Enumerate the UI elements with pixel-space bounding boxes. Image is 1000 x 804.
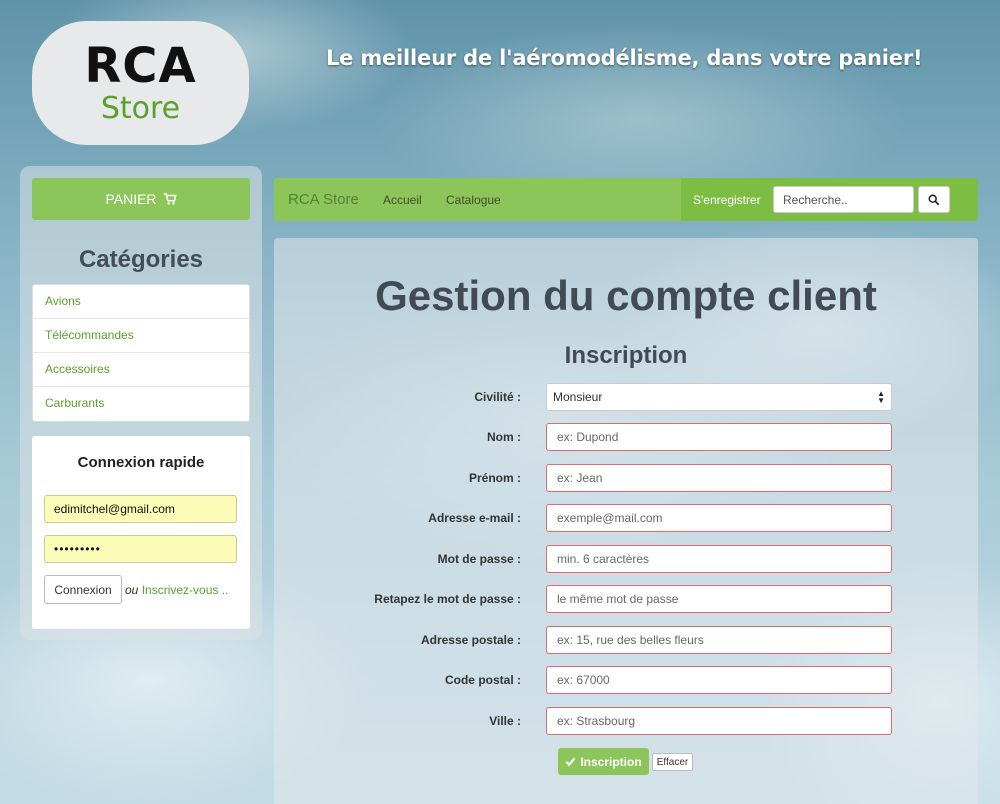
- register-link-nav[interactable]: S'enregistrer: [693, 193, 761, 207]
- civilite-value: Monsieur: [553, 390, 603, 404]
- civilite-select[interactable]: Monsieur ▲ ▼: [546, 383, 892, 411]
- nav-brand[interactable]: RCA Store: [288, 191, 359, 208]
- check-icon: [565, 757, 576, 767]
- civilite-label: Civilité :: [474, 390, 521, 404]
- nom-field[interactable]: [546, 423, 892, 451]
- nav-right-area: S'enregistrer: [681, 178, 978, 221]
- form-row-password: Mot de passe :: [274, 545, 978, 573]
- nav-link-accueil[interactable]: Accueil: [383, 193, 422, 207]
- logo[interactable]: RCA Store: [32, 21, 249, 145]
- nom-label: Nom :: [487, 430, 521, 444]
- quick-login-panel: Connexion rapide Connexion ou Inscrivez-…: [32, 436, 250, 629]
- password-confirm-field[interactable]: [546, 585, 892, 613]
- login-button[interactable]: Connexion: [44, 575, 122, 604]
- prenom-field[interactable]: [546, 464, 892, 492]
- category-item-accessoires[interactable]: Accessoires: [33, 353, 249, 387]
- sidebar: PANIER Catégories Avions Télécommandes A…: [20, 166, 262, 640]
- category-item-telecommandes[interactable]: Télécommandes: [33, 319, 249, 353]
- form-row-password-confirm: Retapez le mot de passe :: [274, 585, 978, 613]
- search-input[interactable]: [773, 186, 914, 213]
- cart-label: PANIER: [105, 191, 157, 207]
- form-row-city: Ville :: [274, 707, 978, 735]
- city-label: Ville :: [489, 714, 521, 728]
- email-field[interactable]: [546, 504, 892, 532]
- section-title: Inscription: [564, 342, 688, 369]
- submit-label: Inscription: [580, 754, 642, 769]
- category-item-avions[interactable]: Avions: [33, 285, 249, 319]
- reset-button[interactable]: Effacer: [652, 753, 693, 771]
- email-label: Adresse e-mail :: [428, 511, 521, 525]
- nav-link-catalogue[interactable]: Catalogue: [446, 193, 501, 207]
- category-list: Avions Télécommandes Accessoires Carbura…: [32, 284, 250, 422]
- tagline: Le meilleur de l'aéromodélisme, dans vot…: [326, 46, 923, 70]
- quick-login-title: Connexion rapide: [77, 454, 205, 471]
- postal-code-label: Code postal :: [444, 673, 521, 687]
- logo-subtitle: Store: [100, 91, 181, 126]
- form-row-postal-code: Code postal :: [274, 666, 978, 694]
- prenom-label: Prénom :: [468, 471, 521, 485]
- or-text: ou: [125, 583, 139, 597]
- register-prompt: ou Inscrivez-vous ..: [125, 583, 228, 597]
- page-title: Gestion du compte client: [375, 272, 877, 319]
- logo-title: RCA: [84, 38, 197, 94]
- form-row-address: Adresse postale :: [274, 626, 978, 654]
- inscription-submit-button[interactable]: Inscription: [558, 748, 649, 775]
- form-row-civilite: Civilité : Monsieur ▲ ▼: [274, 383, 978, 411]
- search-button[interactable]: [918, 186, 950, 213]
- password-confirm-label: Retapez le mot de passe :: [374, 592, 521, 606]
- quick-login-email-field[interactable]: [44, 495, 237, 523]
- top-navbar: RCA Store Accueil Catalogue S'enregistre…: [274, 178, 978, 221]
- quick-login-password-field[interactable]: [44, 535, 237, 563]
- search-icon: [928, 194, 940, 205]
- postal-code-field[interactable]: [546, 666, 892, 694]
- address-field[interactable]: [546, 626, 892, 654]
- city-field[interactable]: [546, 707, 892, 735]
- password-label: Mot de passe :: [437, 552, 521, 566]
- form-row-email: Adresse e-mail :: [274, 504, 978, 532]
- category-item-carburants[interactable]: Carburants: [33, 387, 249, 421]
- cart-icon: [163, 192, 177, 205]
- register-link[interactable]: Inscrivez-vous ..: [142, 583, 229, 597]
- select-arrows-icon: ▲ ▼: [877, 389, 885, 405]
- form-row-nom: Nom :: [274, 423, 978, 451]
- password-field[interactable]: [546, 545, 892, 573]
- form-row-prenom: Prénom :: [274, 464, 978, 492]
- cart-button[interactable]: PANIER: [32, 178, 250, 220]
- categories-title: Catégories: [78, 246, 204, 273]
- address-label: Adresse postale :: [420, 633, 521, 647]
- main-panel: Gestion du compte client Inscription Civ…: [274, 238, 978, 804]
